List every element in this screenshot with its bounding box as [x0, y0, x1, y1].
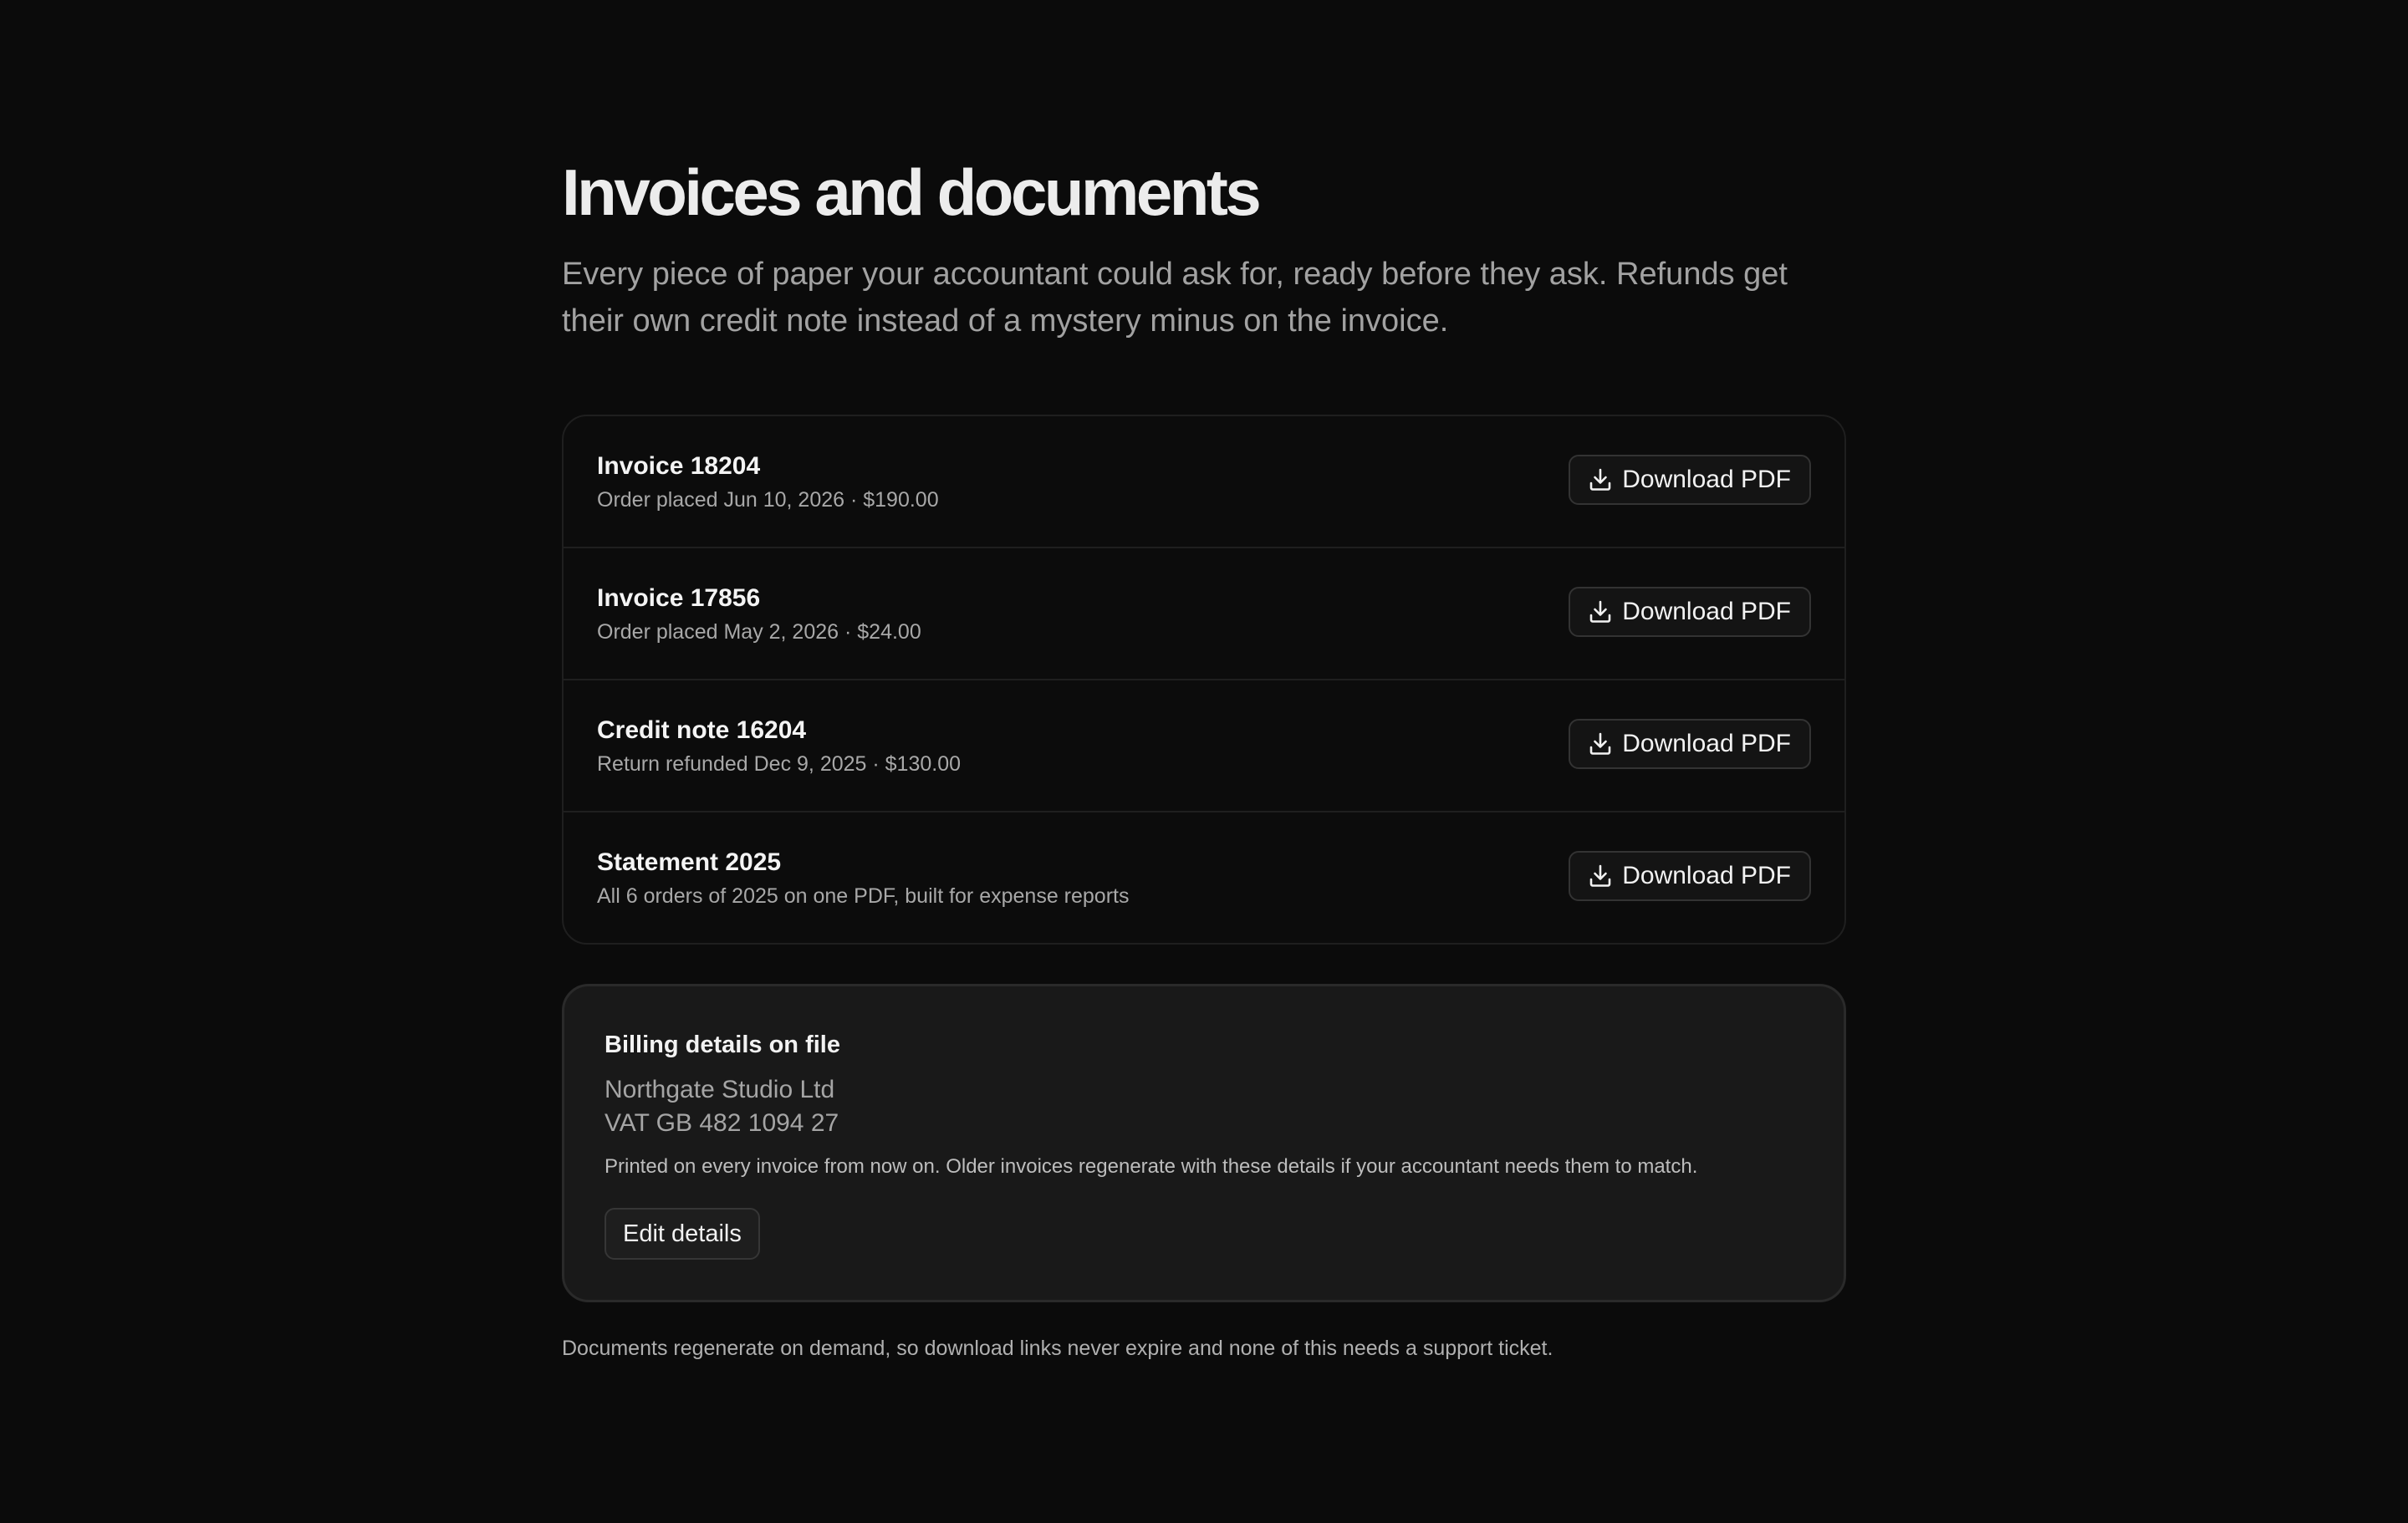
- download-pdf-button[interactable]: Download PDF: [1569, 719, 1811, 769]
- document-row-statement-2025: Statement 2025 All 6 orders of 2025 on o…: [564, 812, 1844, 943]
- document-meta: All 6 orders of 2025 on one PDF, built f…: [597, 884, 1130, 908]
- document-row-invoice-18204: Invoice 18204 Order placed Jun 10, 2026 …: [564, 416, 1844, 548]
- document-list: Invoice 18204 Order placed Jun 10, 2026 …: [562, 415, 1846, 945]
- document-row-credit-note-16204: Credit note 16204 Return refunded Dec 9,…: [564, 680, 1844, 812]
- download-pdf-label: Download PDF: [1622, 598, 1791, 625]
- billing-company-name: Northgate Studio Ltd: [605, 1076, 835, 1103]
- download-icon: [1587, 466, 1614, 493]
- download-icon: [1587, 863, 1614, 889]
- edit-details-button[interactable]: Edit details: [605, 1208, 760, 1260]
- download-pdf-button[interactable]: Download PDF: [1569, 851, 1811, 901]
- document-meta: Return refunded Dec 9, 2025 · $130.00: [597, 752, 962, 776]
- download-pdf-button[interactable]: Download PDF: [1569, 455, 1811, 505]
- download-pdf-label: Download PDF: [1622, 730, 1791, 757]
- document-title: Invoice 18204: [597, 452, 761, 480]
- billing-note: Printed on every invoice from now on. Ol…: [605, 1155, 1698, 1178]
- download-pdf-button[interactable]: Download PDF: [1569, 587, 1811, 637]
- billing-details-card: Billing details on file Northgate Studio…: [562, 984, 1846, 1302]
- document-title: Statement 2025: [597, 848, 782, 876]
- document-meta: Order placed Jun 10, 2026 · $190.00: [597, 488, 939, 512]
- document-title: Credit note 16204: [597, 716, 807, 744]
- billing-heading: Billing details on file: [605, 1031, 840, 1058]
- document-title: Invoice 17856: [597, 584, 761, 612]
- download-pdf-label: Download PDF: [1622, 466, 1791, 493]
- footer-note: Documents regenerate on demand, so downl…: [562, 1337, 1553, 1360]
- document-row-invoice-17856: Invoice 17856 Order placed May 2, 2026 ·…: [564, 548, 1844, 680]
- download-pdf-label: Download PDF: [1622, 862, 1791, 889]
- download-icon: [1587, 599, 1614, 625]
- download-icon: [1587, 731, 1614, 757]
- page-subtitle: Every piece of paper your accountant cou…: [562, 257, 1788, 339]
- document-meta: Order placed May 2, 2026 · $24.00: [597, 620, 921, 644]
- page-title: Invoices and documents: [562, 155, 1262, 229]
- billing-vat-number: VAT GB 482 1094 27: [605, 1109, 839, 1137]
